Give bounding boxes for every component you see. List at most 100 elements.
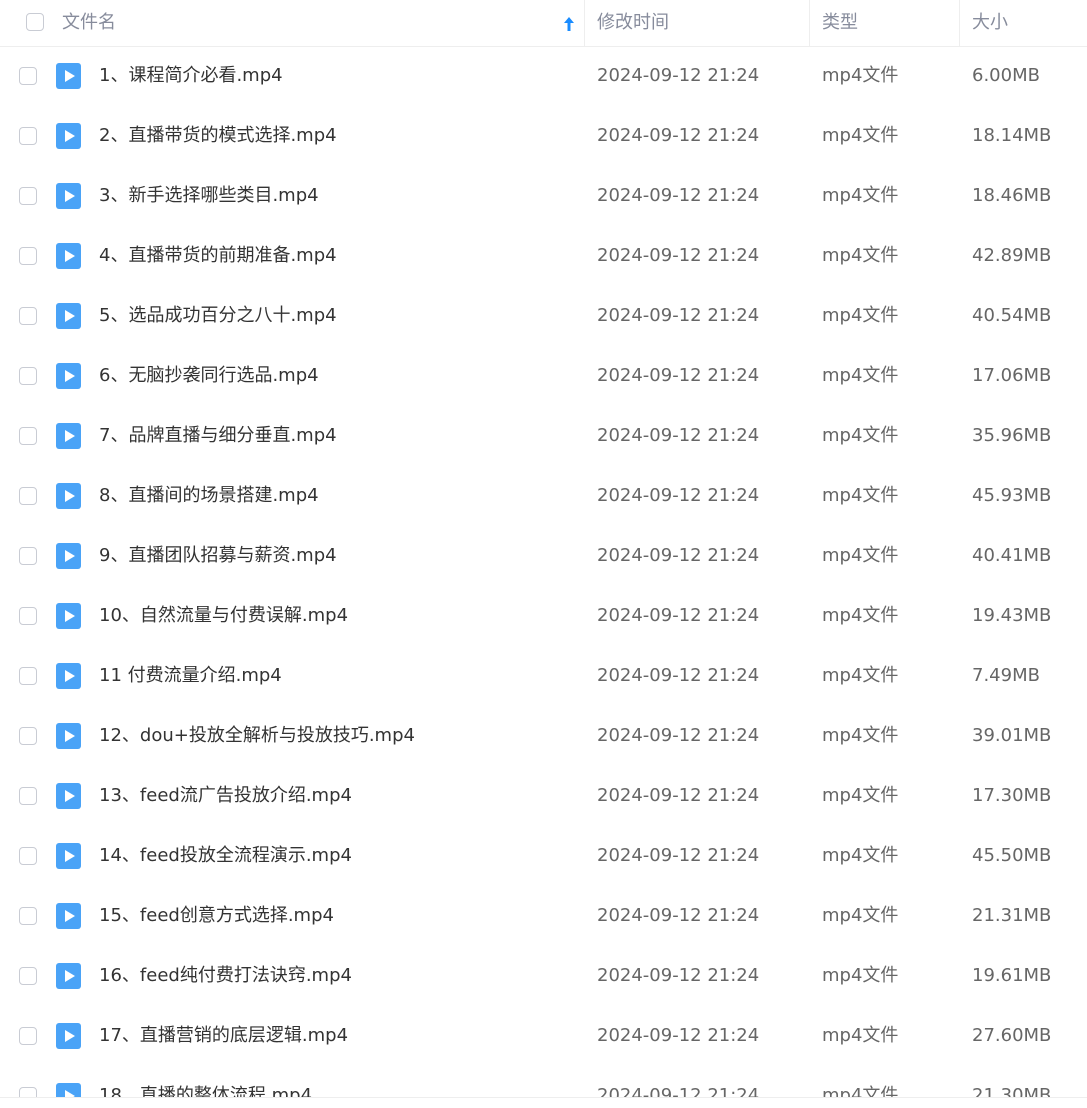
file-modified-time: 2024-09-12 21:24	[597, 365, 760, 386]
table-row[interactable]: 9、直播团队招募与薪资.mp4 2024-09-12 21:24 mp4文件 4…	[0, 526, 1087, 586]
column-divider[interactable]	[959, 0, 960, 46]
arrow-up-icon[interactable]	[563, 0, 575, 46]
file-type: mp4文件	[822, 605, 899, 626]
table-row[interactable]: 17、直播营销的底层逻辑.mp4 2024-09-12 21:24 mp4文件 …	[0, 1006, 1087, 1066]
file-name[interactable]: 2、直播带货的模式选择.mp4	[99, 106, 337, 166]
table-row[interactable]: 12、dou+投放全解析与投放技巧.mp4 2024-09-12 21:24 m…	[0, 706, 1087, 766]
file-modified-time: 2024-09-12 21:24	[597, 785, 760, 806]
row-checkbox[interactable]	[19, 307, 37, 325]
select-all-checkbox[interactable]	[26, 13, 44, 33]
checkbox-box[interactable]	[19, 727, 37, 745]
table-row[interactable]: 7、品牌直播与细分垂直.mp4 2024-09-12 21:24 mp4文件 3…	[0, 406, 1087, 466]
row-checkbox[interactable]	[19, 67, 37, 85]
file-name[interactable]: 6、无脑抄袭同行选品.mp4	[99, 346, 319, 406]
video-file-icon	[56, 63, 81, 89]
file-type: mp4文件	[822, 965, 899, 986]
file-name[interactable]: 5、选品成功百分之八十.mp4	[99, 286, 337, 346]
table-row[interactable]: 1、课程简介必看.mp4 2024-09-12 21:24 mp4文件 6.00…	[0, 46, 1087, 106]
checkbox-box[interactable]	[19, 847, 37, 865]
checkbox-box[interactable]	[19, 667, 37, 685]
row-checkbox[interactable]	[19, 247, 37, 265]
table-row[interactable]: 8、直播间的场景搭建.mp4 2024-09-12 21:24 mp4文件 45…	[0, 466, 1087, 526]
column-header-type[interactable]: 类型	[822, 0, 858, 46]
checkbox-box[interactable]	[19, 427, 37, 445]
file-name[interactable]: 11 付费流量介绍.mp4	[99, 646, 282, 706]
checkbox-box[interactable]	[19, 487, 37, 505]
file-list-header: 文件名 修改时间 类型 大小	[0, 0, 1087, 47]
file-type: mp4文件	[822, 905, 899, 926]
row-checkbox[interactable]	[19, 127, 37, 145]
file-type: mp4文件	[822, 545, 899, 566]
row-checkbox[interactable]	[19, 367, 37, 385]
column-divider[interactable]	[809, 0, 810, 46]
table-row[interactable]: 2、直播带货的模式选择.mp4 2024-09-12 21:24 mp4文件 1…	[0, 106, 1087, 166]
file-name[interactable]: 17、直播营销的底层逻辑.mp4	[99, 1006, 348, 1066]
file-name[interactable]: 9、直播团队招募与薪资.mp4	[99, 526, 337, 586]
file-name[interactable]: 1、课程简介必看.mp4	[99, 46, 283, 106]
file-type: mp4文件	[822, 305, 899, 326]
file-size: 17.30MB	[972, 785, 1052, 806]
file-name[interactable]: 3、新手选择哪些类目.mp4	[99, 166, 319, 226]
row-checkbox[interactable]	[19, 427, 37, 445]
row-checkbox[interactable]	[19, 1027, 37, 1045]
file-name[interactable]: 16、feed纯付费打法诀窍.mp4	[99, 946, 352, 1006]
checkbox-box[interactable]	[19, 127, 37, 145]
table-row[interactable]: 13、feed流广告投放介绍.mp4 2024-09-12 21:24 mp4文…	[0, 766, 1087, 826]
checkbox-box[interactable]	[19, 187, 37, 205]
checkbox-box[interactable]	[19, 967, 37, 985]
row-checkbox[interactable]	[19, 847, 37, 865]
file-size: 35.96MB	[972, 425, 1052, 446]
row-checkbox[interactable]	[19, 187, 37, 205]
table-row[interactable]: 4、直播带货的前期准备.mp4 2024-09-12 21:24 mp4文件 4…	[0, 226, 1087, 286]
file-name[interactable]: 7、品牌直播与细分垂直.mp4	[99, 406, 337, 466]
table-row[interactable]: 10、自然流量与付费误解.mp4 2024-09-12 21:24 mp4文件 …	[0, 586, 1087, 646]
table-row[interactable]: 3、新手选择哪些类目.mp4 2024-09-12 21:24 mp4文件 18…	[0, 166, 1087, 226]
list-bottom-edge	[0, 1097, 1087, 1108]
checkbox-box[interactable]	[26, 13, 44, 31]
checkbox-box[interactable]	[19, 307, 37, 325]
table-row[interactable]: 11 付费流量介绍.mp4 2024-09-12 21:24 mp4文件 7.4…	[0, 646, 1087, 706]
table-row[interactable]: 6、无脑抄袭同行选品.mp4 2024-09-12 21:24 mp4文件 17…	[0, 346, 1087, 406]
file-size: 17.06MB	[972, 365, 1052, 386]
checkbox-box[interactable]	[19, 1027, 37, 1045]
row-checkbox[interactable]	[19, 547, 37, 565]
table-row[interactable]: 14、feed投放全流程演示.mp4 2024-09-12 21:24 mp4文…	[0, 826, 1087, 886]
checkbox-box[interactable]	[19, 547, 37, 565]
row-checkbox[interactable]	[19, 967, 37, 985]
row-checkbox[interactable]	[19, 607, 37, 625]
table-row[interactable]: 15、feed创意方式选择.mp4 2024-09-12 21:24 mp4文件…	[0, 886, 1087, 946]
table-row[interactable]: 16、feed纯付费打法诀窍.mp4 2024-09-12 21:24 mp4文…	[0, 946, 1087, 1006]
video-file-icon	[56, 723, 81, 749]
file-name[interactable]: 15、feed创意方式选择.mp4	[99, 886, 334, 946]
file-name[interactable]: 13、feed流广告投放介绍.mp4	[99, 766, 352, 826]
row-checkbox[interactable]	[19, 727, 37, 745]
video-file-icon	[56, 603, 81, 629]
file-modified-time: 2024-09-12 21:24	[597, 665, 760, 686]
file-name[interactable]: 14、feed投放全流程演示.mp4	[99, 826, 352, 886]
file-type: mp4文件	[822, 425, 899, 446]
checkbox-box[interactable]	[19, 367, 37, 385]
row-checkbox[interactable]	[19, 787, 37, 805]
file-type: mp4文件	[822, 1025, 899, 1046]
checkbox-box[interactable]	[19, 607, 37, 625]
checkbox-box[interactable]	[19, 907, 37, 925]
column-header-time[interactable]: 修改时间	[597, 0, 669, 46]
checkbox-box[interactable]	[19, 67, 37, 85]
file-name[interactable]: 12、dou+投放全解析与投放技巧.mp4	[99, 706, 415, 766]
row-checkbox[interactable]	[19, 907, 37, 925]
checkbox-box[interactable]	[19, 247, 37, 265]
table-row[interactable]: 5、选品成功百分之八十.mp4 2024-09-12 21:24 mp4文件 4…	[0, 286, 1087, 346]
column-header-name[interactable]: 文件名	[62, 0, 116, 46]
video-file-icon	[56, 543, 81, 569]
file-size: 18.46MB	[972, 185, 1052, 206]
file-name[interactable]: 4、直播带货的前期准备.mp4	[99, 226, 337, 286]
row-checkbox[interactable]	[19, 487, 37, 505]
checkbox-box[interactable]	[19, 787, 37, 805]
column-header-size[interactable]: 大小	[972, 0, 1008, 46]
file-modified-time: 2024-09-12 21:24	[597, 605, 760, 626]
file-name[interactable]: 10、自然流量与付费误解.mp4	[99, 586, 348, 646]
column-divider[interactable]	[584, 0, 585, 46]
file-name[interactable]: 8、直播间的场景搭建.mp4	[99, 466, 319, 526]
row-checkbox[interactable]	[19, 667, 37, 685]
file-type: mp4文件	[822, 365, 899, 386]
